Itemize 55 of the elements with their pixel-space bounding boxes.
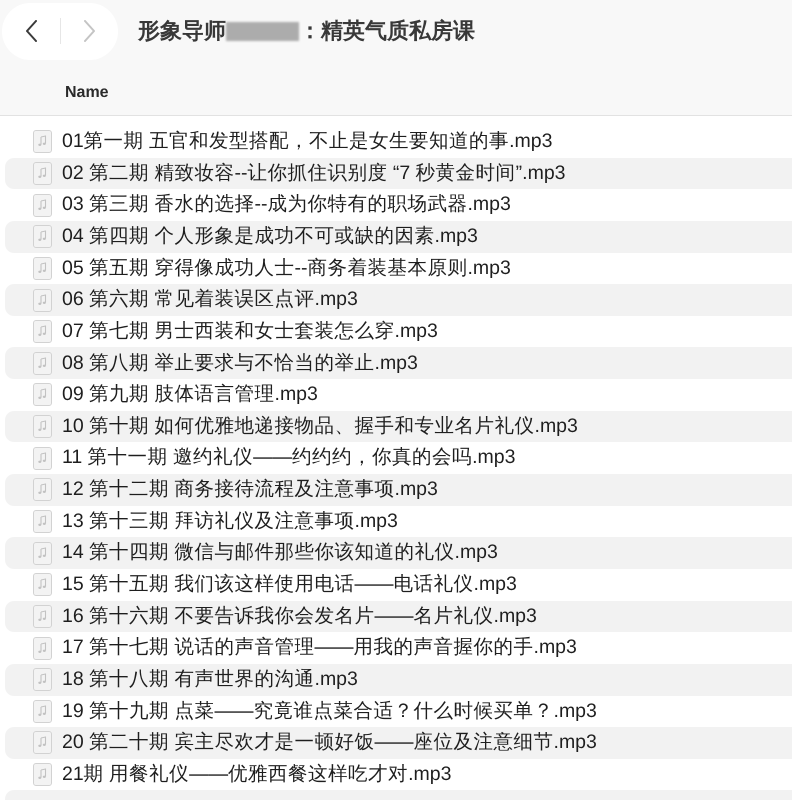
music-file-icon: [33, 731, 52, 754]
file-name: 03 第三期 香水的选择--成为你特有的职场武器.mp3: [62, 195, 511, 215]
file-name: 20 第二十期 宾主尽欢才是一顿好饭——座位及注意细节.mp3: [62, 733, 597, 753]
music-file-icon: [33, 573, 52, 596]
file-name: 08 第八期 举止要求与不恰当的举止.mp3: [62, 354, 418, 374]
music-file-icon: [33, 510, 52, 533]
file-row[interactable]: 10 第十期 如何优雅地递接物品、握手和专业名片礼仪.mp3: [5, 410, 792, 442]
music-file-icon: [33, 478, 52, 502]
music-file-icon: [33, 446, 52, 470]
file-name: 19 第十九期 点菜——究竟谁点菜合适？什么时候买单？.mp3: [62, 702, 597, 722]
file-row[interactable]: 16 第十六期 不要告诉我你会发名片——名片礼仪.mp3: [5, 600, 792, 632]
music-file-icon: [33, 162, 52, 185]
file-name: 10 第十期 如何优雅地递接物品、握手和专业名片礼仪.mp3: [62, 416, 578, 436]
music-file-icon: [33, 415, 52, 438]
music-file-icon: [33, 225, 52, 248]
file-row[interactable]: 04 第四期 个人形象是成功不可或缺的因素.mp3: [5, 220, 792, 253]
file-name: 11 第十一期 邀约礼仪——约约约，你真的会吗.mp3: [62, 448, 516, 468]
file-name: 13 第十三期 拜访礼仪及注意事项.mp3: [62, 512, 398, 532]
file-row[interactable]: 14 第十四期 微信与邮件那些你该知道的礼仪.mp3: [5, 537, 792, 569]
music-file-icon: [33, 636, 52, 660]
file-name: 16 第十六期 不要告诉我你会发名片——名片礼仪.mp3: [62, 606, 537, 626]
music-file-icon: [33, 256, 52, 280]
file-name: 14 第十四期 微信与邮件那些你该知道的礼仪.mp3: [62, 543, 498, 563]
music-file-icon: [33, 763, 52, 786]
music-file-icon: [33, 700, 52, 723]
music-file-icon: [33, 383, 52, 406]
file-name: 07 第七期 男士西装和女士套装怎么穿.mp3: [62, 322, 438, 342]
file-row[interactable]: 06 第六期 常见着装误区点评.mp3: [5, 284, 792, 316]
file-name: 21期 用餐礼仪——优雅西餐这样吃才对.mp3: [62, 764, 452, 784]
window-title-suffix: ：精英气质私房课: [299, 20, 475, 42]
column-header[interactable]: Name: [65, 80, 109, 104]
file-name: 15 第十五期 我们该这样使用电话——电话礼仪.mp3: [62, 575, 517, 595]
music-file-icon: [33, 320, 52, 344]
file-name: 12 第十二期 商务接待流程及注意事项.mp3: [62, 480, 438, 500]
window-title: 形象导师: [138, 20, 226, 42]
file-name: 01第一期 五官和发型搭配，不止是女生要知道的事.mp3: [62, 132, 552, 152]
file-row[interactable]: 08 第八期 举止要求与不恰当的举止.mp3: [5, 347, 792, 380]
music-file-icon: [33, 668, 52, 692]
file-name: 02 第二期 精致妆容--让你抓住识别度 “7 秒黄金时间”.mp3: [62, 164, 566, 184]
file-name: 17 第十七期 说话的声音管理——用我的声音握你的手.mp3: [62, 638, 577, 658]
file-row[interactable]: 02 第二期 精致妆容--让你抓住识别度 “7 秒黄金时间”.mp3: [5, 158, 792, 190]
music-file-icon: [33, 130, 52, 154]
music-file-icon: [33, 194, 52, 217]
file-name: 09 第九期 肢体语言管理.mp3: [62, 385, 318, 405]
file-name: 18 第十八期 有声世界的沟通.mp3: [62, 670, 358, 690]
file-row[interactable]: 18 第十八期 有声世界的沟通.mp3: [5, 664, 792, 696]
music-file-icon: [33, 542, 52, 565]
file-name: 04 第四期 个人形象是成功不可或缺的因素.mp3: [62, 226, 478, 246]
file-row[interactable]: 12 第十二期 商务接待流程及注意事项.mp3: [5, 474, 792, 506]
file-name: 06 第六期 常见着装误区点评.mp3: [62, 290, 358, 310]
file-row[interactable]: 20 第二十期 宾主尽欢才是一顿好饭——座位及注意细节.mp3: [5, 727, 792, 759]
music-file-icon: [33, 288, 52, 312]
file-name: 05 第五期 穿得像成功人士--商务着装基本原则.mp3: [62, 258, 511, 278]
music-file-icon: [33, 352, 52, 375]
music-file-icon: [33, 604, 52, 628]
